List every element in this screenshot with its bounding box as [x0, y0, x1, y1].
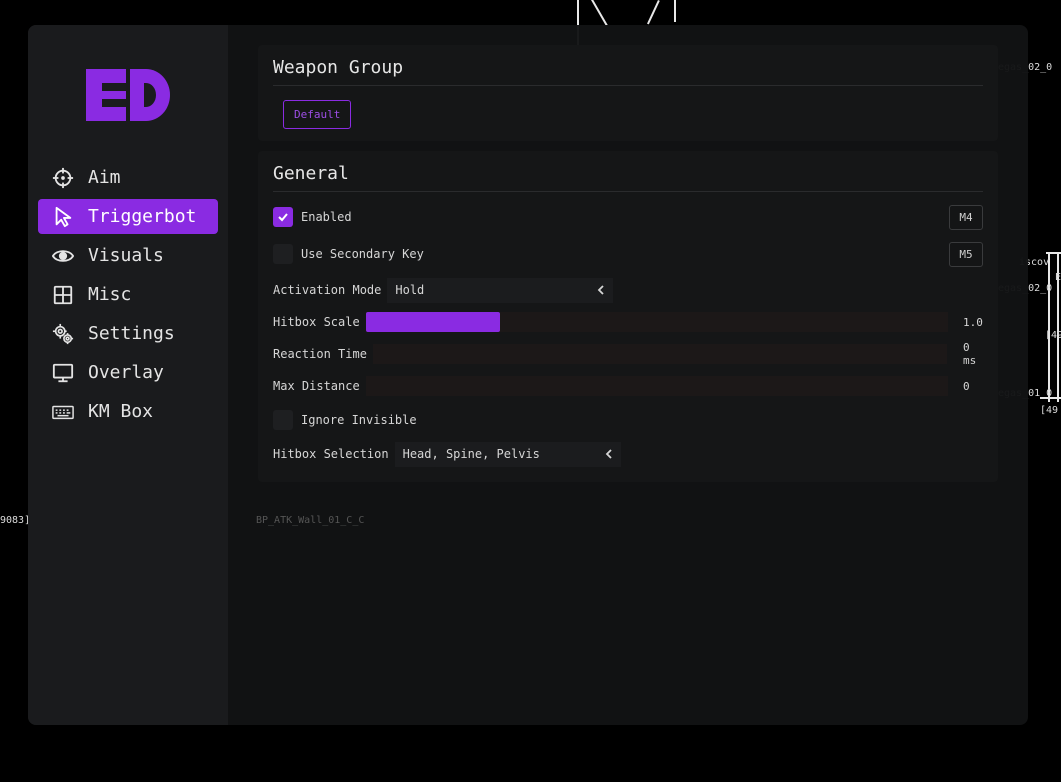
- brand-logo: [86, 69, 170, 121]
- sidebar-item-visuals[interactable]: Visuals: [38, 238, 218, 273]
- keyboard-icon: [52, 401, 74, 423]
- sidebar-item-settings[interactable]: Settings: [38, 316, 218, 351]
- gear-icon: [52, 323, 74, 345]
- hitbox-selection-row: Hitbox Selection Head, Spine, Pelvis: [273, 438, 983, 470]
- secondary-key-label: Use Secondary Key: [301, 247, 424, 261]
- sidebar-item-misc[interactable]: Misc: [38, 277, 218, 312]
- enabled-keybind-button[interactable]: M4: [949, 204, 983, 230]
- sidebar: Aim Triggerbot Visuals Misc Settings Ove…: [28, 25, 228, 725]
- sidebar-item-overlay[interactable]: Overlay: [38, 355, 218, 390]
- sidebar-item-label: Visuals: [88, 245, 164, 266]
- sidebar-item-label: Aim: [88, 167, 121, 188]
- main-content: Weapon Group Default General Enabled M4 …: [258, 45, 998, 492]
- max-distance-row: Max Distance 0: [273, 370, 983, 402]
- hitbox-scale-row: Hitbox Scale 1.0: [273, 306, 983, 338]
- sidebar-item-triggerbot[interactable]: Triggerbot: [38, 199, 218, 234]
- menu-window: BP_ATK_Wall_01_C_C Aim Triggerbot Visual…: [28, 25, 1028, 725]
- enabled-label: Enabled: [301, 210, 352, 224]
- overlay-text: [49: [1045, 330, 1061, 341]
- hitbox-selection-label: Hitbox Selection: [273, 447, 389, 461]
- weapon-group-title: Weapon Group: [273, 53, 983, 86]
- reaction-time-label: Reaction Time: [273, 347, 367, 361]
- weapon-group-default-button[interactable]: Default: [283, 100, 352, 129]
- secondary-key-row: Use Secondary Key M5: [273, 234, 983, 274]
- hitbox-selection-select[interactable]: Head, Spine, Pelvis: [394, 441, 621, 467]
- sidebar-item-label: Settings: [88, 323, 175, 344]
- reaction-time-slider[interactable]: [372, 344, 947, 364]
- activation-mode-label: Activation Mode: [273, 283, 382, 297]
- chevron-left-icon: [605, 448, 612, 459]
- chevron-left-icon: [598, 284, 605, 295]
- sidebar-item-label: KM Box: [88, 401, 154, 422]
- activation-mode-value: Hold: [395, 283, 425, 297]
- sidebar-item-aim[interactable]: Aim: [38, 160, 218, 195]
- crosshair-icon: [52, 167, 74, 189]
- ignore-invisible-checkbox[interactable]: [273, 410, 293, 430]
- eye-icon: [52, 245, 74, 267]
- secondary-key-checkbox[interactable]: [273, 244, 293, 264]
- activation-mode-row: Activation Mode Hold: [273, 274, 983, 306]
- hitbox-scale-value: 1.0: [963, 315, 983, 329]
- check-icon: [278, 213, 288, 222]
- sidebar-nav: Aim Triggerbot Visuals Misc Settings Ove…: [38, 160, 218, 433]
- overlay-text: 9083]: [0, 515, 31, 526]
- cursor-icon: [52, 206, 74, 228]
- overlay-text: [49: [1040, 405, 1059, 416]
- hitbox-scale-label: Hitbox Scale: [273, 315, 360, 329]
- sidebar-item-km-box[interactable]: KM Box: [38, 394, 218, 429]
- weapon-group-panel: Weapon Group Default: [258, 45, 998, 141]
- secondary-keybind-button[interactable]: M5: [949, 241, 983, 267]
- enabled-row: Enabled M4: [273, 200, 983, 234]
- sidebar-item-label: Misc: [88, 284, 132, 305]
- ignore-invisible-label: Ignore Invisible: [301, 413, 417, 427]
- sidebar-item-label: Overlay: [88, 362, 164, 383]
- reaction-time-value: 0 ms: [963, 341, 977, 367]
- activation-mode-select[interactable]: Hold: [387, 277, 614, 303]
- max-distance-value: 0: [963, 379, 970, 393]
- sidebar-item-label: Triggerbot: [88, 206, 197, 227]
- overlay-text: E: [1055, 272, 1061, 283]
- max-distance-slider[interactable]: [365, 376, 948, 396]
- hitbox-scale-slider[interactable]: [365, 312, 948, 332]
- general-title: General: [273, 159, 983, 192]
- overlay-text: BP_ATK_Wall_01_C_C: [256, 515, 365, 526]
- max-distance-label: Max Distance: [273, 379, 360, 393]
- ignore-invisible-row: Ignore Invisible: [273, 402, 983, 438]
- screen: egas_02_0 iscov egas_02_0 [49 egas_01_0 …: [0, 0, 1061, 782]
- grid-icon: [52, 284, 74, 306]
- hitbox-selection-value: Head, Spine, Pelvis: [402, 447, 540, 461]
- enabled-checkbox[interactable]: [273, 207, 293, 227]
- general-panel: General Enabled M4 Use Secondary Key M5 …: [258, 151, 998, 482]
- hitbox-scale-slider-fill: [365, 312, 500, 332]
- reaction-time-row: Reaction Time 0 ms: [273, 338, 983, 370]
- monitor-icon: [52, 362, 74, 384]
